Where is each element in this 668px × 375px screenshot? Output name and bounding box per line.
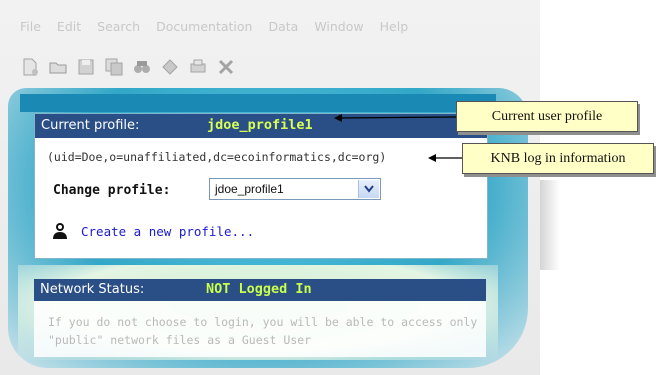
close-x-icon[interactable]: [216, 57, 236, 77]
current-profile-value: jdoe_profile1: [207, 117, 313, 133]
refresh-icon[interactable]: [160, 57, 180, 77]
save-icon[interactable]: [76, 57, 96, 77]
menu-search[interactable]: Search: [97, 14, 140, 40]
menu-documentation[interactable]: Documentation: [156, 14, 252, 40]
profile-select[interactable]: jdoe_profile1: [209, 178, 381, 200]
profile-select-value: jdoe_profile1: [215, 182, 284, 196]
profile-panel: Current profile: jdoe_profile1 (uid=Doe,…: [34, 113, 488, 259]
network-status-label: Network Status:: [40, 282, 145, 297]
menu-bar: File Edit Search Documentation Data Wind…: [0, 14, 460, 40]
change-profile-label: Change profile:: [53, 183, 171, 198]
copy-icon[interactable]: [104, 57, 124, 77]
menu-file[interactable]: File: [20, 14, 41, 40]
window-shadow: [540, 180, 560, 270]
open-folder-icon[interactable]: [48, 57, 68, 77]
uid-info: (uid=Doe,o=unaffiliated,dc=ecoinformatic…: [47, 150, 387, 164]
menu-help[interactable]: Help: [380, 14, 409, 40]
user-icon: [51, 222, 69, 240]
profile-header: Current profile: jdoe_profile1: [35, 114, 487, 138]
network-status-message: If you do not choose to login, you will …: [48, 315, 478, 347]
network-status-body: If you do not choose to login, you will …: [34, 301, 486, 357]
panel-frame: [20, 94, 496, 112]
menu-edit[interactable]: Edit: [57, 14, 81, 40]
print-icon[interactable]: [188, 57, 208, 77]
toolbar: [20, 52, 236, 82]
chevron-down-icon[interactable]: [358, 180, 379, 198]
new-document-icon[interactable]: [20, 57, 40, 77]
network-status-header: Network Status: NOT Logged In: [34, 279, 486, 301]
menu-window[interactable]: Window: [314, 14, 363, 40]
network-status-value: NOT Logged In: [206, 281, 312, 297]
callout-login-info: KNB log in information: [462, 143, 654, 174]
menu-data[interactable]: Data: [268, 14, 298, 40]
create-profile-link[interactable]: Create a new profile...: [81, 224, 254, 239]
search-binoculars-icon[interactable]: [132, 57, 152, 77]
callout-user-profile: Current user profile: [456, 101, 638, 132]
app-window: File Edit Search Documentation Data Wind…: [0, 0, 540, 375]
current-profile-label: Current profile:: [41, 118, 140, 133]
